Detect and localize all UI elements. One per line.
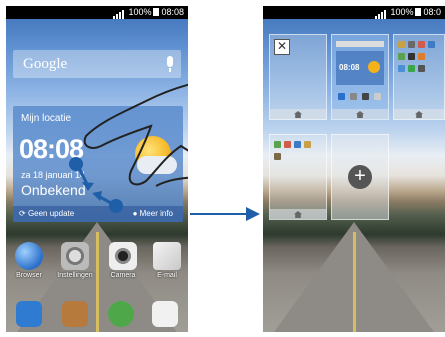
phone-icon[interactable] [16, 301, 42, 327]
add-screen-icon[interactable]: + [348, 165, 372, 189]
home-icon [356, 111, 364, 118]
app-camera[interactable]: Camera [105, 242, 141, 279]
app-label: Instellingen [57, 272, 93, 279]
status-time: 08:0 [423, 7, 441, 17]
dock [6, 296, 188, 332]
mic-icon[interactable] [167, 56, 173, 72]
transition-arrow [190, 213, 250, 215]
home-icon [294, 111, 302, 118]
browser-globe-icon [15, 242, 43, 270]
signal-icon [375, 6, 387, 20]
battery-percent: 100% [390, 7, 414, 17]
home-screen-phone: 100% 08:08 Google Mijn locatie 08:08 za 1… [6, 6, 188, 332]
screen-thumbnail-2[interactable]: 08:08 [331, 34, 389, 120]
battery-icon [153, 8, 160, 17]
app-label: Browser [16, 272, 42, 279]
mini-search-bar [336, 41, 384, 47]
messaging-icon[interactable] [108, 301, 134, 327]
mini-weather-widget: 08:08 [336, 51, 384, 85]
app-email[interactable]: E-mail [149, 242, 185, 279]
google-logo: Google [23, 56, 68, 72]
update-button[interactable]: ⟳ Geen update [19, 206, 74, 222]
weather-footer: ⟳ Geen update ● Meer info [13, 206, 183, 222]
app-label: Camera [110, 272, 136, 279]
google-search-bar[interactable]: Google [13, 50, 181, 78]
home-icon [294, 211, 302, 218]
screen-editor-phone: 100% 08:0 ✕ 08:08 + [263, 6, 445, 332]
close-icon[interactable]: ✕ [274, 39, 290, 55]
add-screen-thumbnail[interactable]: + [331, 134, 389, 220]
app-browser[interactable]: Browser [11, 242, 47, 279]
weather-time: 08:08 [19, 134, 84, 164]
battery-icon [415, 8, 422, 17]
camera-icon [109, 242, 137, 270]
sun-icon [368, 61, 380, 73]
status-time: 08:08 [161, 7, 184, 17]
screen-thumbnail-4[interactable] [269, 134, 327, 220]
home-icon [415, 111, 423, 118]
weather-date: za 18 januari 14 [21, 170, 86, 180]
play-store-icon[interactable] [152, 301, 178, 327]
screen-thumbnail-3[interactable] [393, 34, 445, 120]
weather-condition: Onbekend [21, 182, 86, 198]
app-icons-row: Browser Instellingen Camera E-mail [11, 242, 183, 282]
more-info-button[interactable]: ● Meer info [133, 206, 173, 222]
status-bar: 100% 08:0 [263, 6, 445, 20]
battery-percent: 100% [128, 7, 152, 17]
screen-thumbnail-1[interactable]: ✕ [269, 34, 327, 120]
arrow-head-icon [246, 207, 260, 221]
app-settings[interactable]: Instellingen [57, 242, 93, 279]
settings-gear-icon [61, 242, 89, 270]
app-label: E-mail [157, 272, 177, 279]
signal-icon [113, 6, 125, 20]
weather-location: Mijn locatie [21, 113, 72, 124]
contacts-icon[interactable] [62, 301, 88, 327]
cloud-icon [137, 156, 177, 174]
status-bar: 100% 08:08 [6, 6, 188, 20]
email-icon [153, 242, 181, 270]
weather-widget[interactable]: Mijn locatie 08:08 za 18 januari 14 Onbe… [13, 106, 183, 222]
